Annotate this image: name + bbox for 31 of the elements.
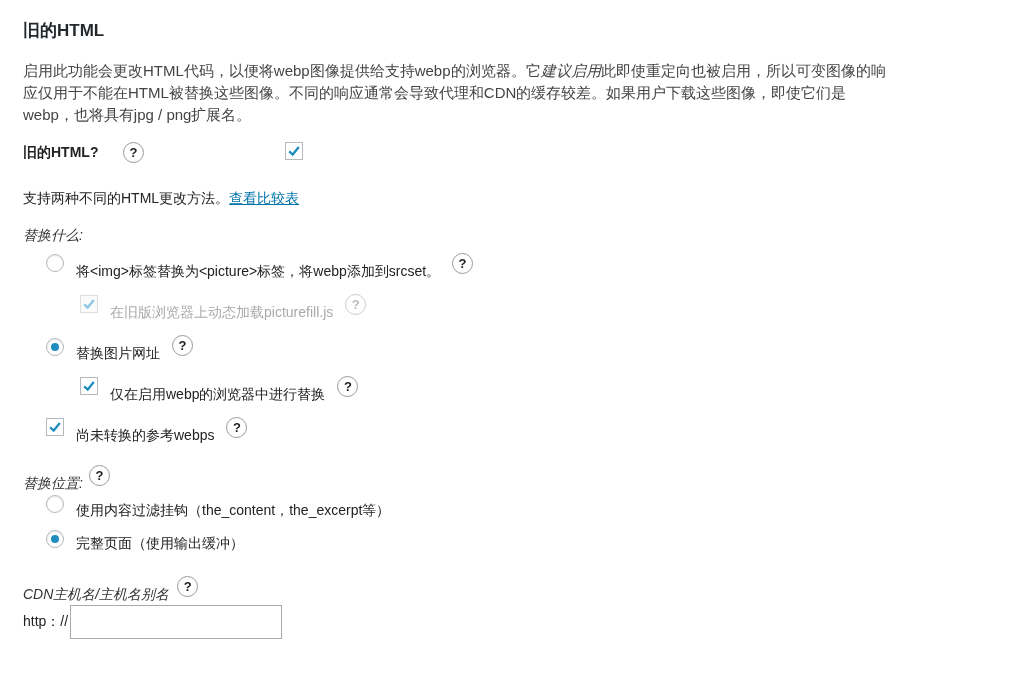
- group-label: 替换位置:: [23, 473, 83, 493]
- hostname-field[interactable]: [70, 604, 283, 639]
- help-icon[interactable]: ?: [452, 252, 474, 274]
- radio-button[interactable]: [46, 337, 64, 356]
- group-label: 替换什么:: [23, 225, 83, 245]
- url-prefix: http：//: [23, 612, 69, 631]
- checkbox[interactable]: [285, 141, 303, 160]
- radio-button[interactable]: [46, 494, 64, 513]
- option-label: 替换图片网址: [76, 343, 160, 363]
- section-title: 旧的HTML: [23, 20, 106, 42]
- checkbox[interactable]: [46, 417, 64, 436]
- field-label: 旧的HTML?: [23, 143, 100, 162]
- option-label: 尚未转换的参考webps: [76, 425, 215, 445]
- help-icon[interactable]: ?: [88, 464, 110, 486]
- help-icon[interactable]: ?: [226, 416, 248, 438]
- help-icon[interactable]: ?: [172, 334, 193, 356]
- radio-button[interactable]: [46, 253, 64, 272]
- radio-button[interactable]: [46, 529, 64, 548]
- option-label: 将<img>标签替换为<picture>标签，将webp添加到srcset。: [76, 261, 441, 281]
- help-icon[interactable]: ?: [177, 575, 199, 597]
- comparison-link[interactable]: 查看比较表: [229, 187, 300, 209]
- checkbox[interactable]: [80, 376, 98, 395]
- description: 启用此功能会更改HTML代码，以便将webp图像提供给支持webp的浏览器。它建议启用此即使重定向也被启用，所以可变图像的响应仅用于不能在HTML被替换这些图像。不同的响应通常会导致代理和CDN的缓存较差。如果用户下载这些图像，即使它们是webp，也将具有jpg / png扩展名。: [23, 60, 887, 125]
- help-icon[interactable]: ?: [337, 375, 359, 397]
- help-icon[interactable]: ?: [123, 142, 144, 163]
- field-label: CDN主机名/主机名别名: [23, 584, 170, 604]
- option-label: 完整页面（使用输出缓冲）: [76, 533, 244, 553]
- note-text: 支持两种不同的HTML更改方法。: [23, 188, 230, 208]
- option-label: 在旧版浏览器上动态加载picturefill.js: [110, 302, 334, 322]
- option-label: 使用内容过滤挂钩（the_content，the_excerpt等）: [76, 500, 391, 520]
- option-label: 仅在启用webp的浏览器中进行替换: [110, 384, 326, 404]
